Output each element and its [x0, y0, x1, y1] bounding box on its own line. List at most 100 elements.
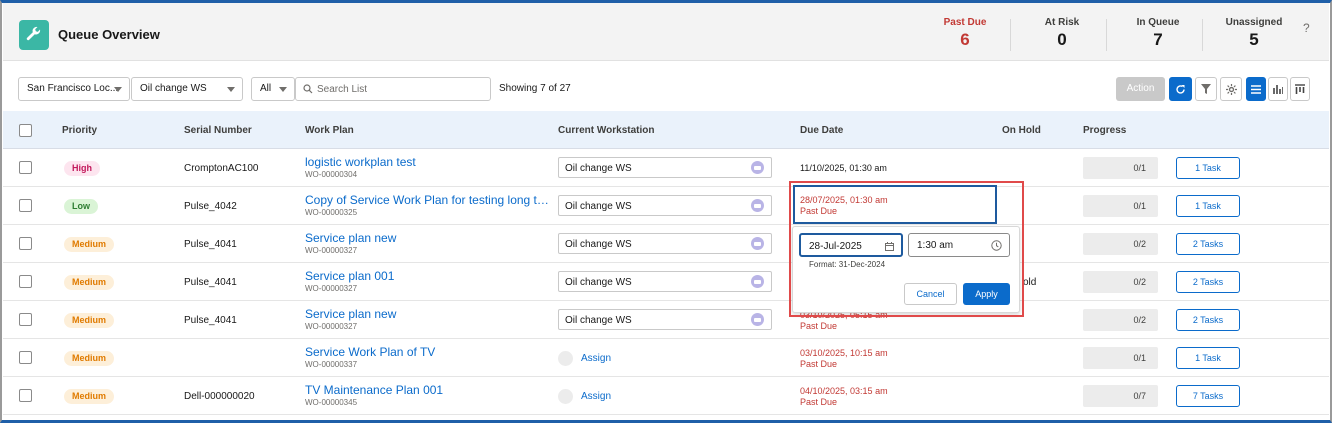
work-order-code: WO-00000345 — [305, 398, 358, 407]
work-plan-link[interactable]: TV Maintenance Plan 001 — [305, 383, 551, 397]
search-icon — [303, 84, 313, 94]
tasks-button[interactable]: 2 Tasks — [1176, 233, 1240, 255]
past-due-label: Past Due — [800, 321, 838, 331]
column-progress[interactable]: Progress — [1083, 125, 1126, 136]
tasks-button[interactable]: 2 Tasks — [1176, 309, 1240, 331]
stat-at-risk[interactable]: At Risk 0 — [1014, 17, 1110, 50]
progress-bar: 0/7 — [1083, 385, 1158, 407]
gear-icon — [1225, 83, 1237, 95]
stat-value: 5 — [1249, 30, 1259, 49]
work-plan-link[interactable]: Service Work Plan of TV — [305, 345, 551, 359]
action-button[interactable]: Action — [1116, 77, 1165, 101]
priority-badge: Low — [64, 199, 98, 214]
scope-select[interactable]: All — [251, 77, 295, 101]
workstation-icon — [751, 199, 764, 212]
select-all-checkbox[interactable] — [19, 124, 32, 137]
on-hold-status: old — [1023, 277, 1037, 288]
column-due-date[interactable]: Due Date — [800, 125, 843, 136]
tasks-button[interactable]: 1 Task — [1176, 347, 1240, 369]
work-plan-link[interactable]: Service plan new — [305, 307, 551, 321]
priority-badge: High — [64, 161, 100, 176]
row-checkbox[interactable] — [19, 389, 32, 402]
due-date[interactable]: 03/10/2025, 10:15 am Past Due — [800, 348, 888, 370]
board-view-button[interactable] — [1290, 77, 1310, 101]
column-priority[interactable]: Priority — [62, 125, 97, 136]
table-row[interactable]: Medium Dell-000000020 TV Maintenance Pla… — [3, 377, 1329, 415]
tasks-button[interactable]: 2 Tasks — [1176, 271, 1240, 293]
workstation-value: Oil change WS — [565, 277, 632, 288]
row-checkbox[interactable] — [19, 161, 32, 174]
page-title: Queue Overview — [58, 27, 160, 42]
stat-value: 0 — [1057, 30, 1067, 49]
table-row[interactable]: Medium Pulse_4041 Service plan new WO-00… — [3, 225, 1329, 263]
workstation-select[interactable]: Oil change WS — [131, 77, 243, 101]
result-count: Showing 7 of 27 — [499, 83, 571, 94]
workstation-select[interactable]: Oil change WS — [558, 233, 772, 254]
stat-in-queue[interactable]: In Queue 7 — [1110, 17, 1206, 50]
tasks-button[interactable]: 7 Tasks — [1176, 385, 1240, 407]
work-plan-cell: logistic workplan test WO-00000304 — [305, 155, 551, 179]
work-plan-link[interactable]: Service plan new — [305, 231, 551, 245]
workstation-value: Oil change WS — [565, 239, 632, 250]
workstation-value: Oil change WS — [565, 163, 632, 174]
assign-link[interactable]: Assign — [558, 389, 611, 404]
stat-value: 6 — [960, 30, 970, 49]
assign-link[interactable]: Assign — [558, 351, 611, 366]
work-plan-link[interactable]: logistic workplan test — [305, 155, 551, 169]
table-row[interactable]: Medium Pulse_4041 Service plan new WO-00… — [3, 301, 1329, 339]
due-date[interactable]: 04/10/2025, 03:15 am Past Due — [800, 386, 888, 408]
row-checkbox[interactable] — [19, 275, 32, 288]
work-plan-cell: Service plan 001 WO-00000327 — [305, 269, 551, 293]
column-current-workstation[interactable]: Current Workstation — [558, 125, 655, 136]
workstation-icon — [558, 351, 573, 366]
table-row[interactable]: Medium Pulse_4041 Service plan 001 WO-00… — [3, 263, 1329, 301]
tasks-button[interactable]: 1 Task — [1176, 195, 1240, 217]
work-plan-cell: Service plan new WO-00000327 — [305, 307, 551, 331]
table-row[interactable]: High CromptonAC100 logistic workplan tes… — [3, 149, 1329, 187]
row-checkbox[interactable] — [19, 313, 32, 326]
row-checkbox[interactable] — [19, 351, 32, 364]
workstation-select[interactable]: Oil change WS — [558, 157, 772, 178]
workstation-value: Oil change WS — [140, 83, 207, 94]
column-on-hold[interactable]: On Hold — [1002, 125, 1041, 136]
workstation-icon — [751, 313, 764, 326]
serial-number: Pulse_4041 — [184, 277, 237, 288]
tasks-button[interactable]: 1 Task — [1176, 157, 1240, 179]
workstation-icon — [751, 161, 764, 174]
due-date-value: 03/10/2025, 10:15 am — [800, 348, 888, 358]
refresh-button[interactable] — [1169, 77, 1192, 101]
table-row[interactable]: Low Pulse_4042 Copy of Service Work Plan… — [3, 187, 1329, 225]
work-plan-link[interactable]: Copy of Service Work Plan for testing lo… — [305, 193, 551, 207]
column-work-plan[interactable]: Work Plan — [305, 125, 354, 136]
workstation-icon — [751, 275, 764, 288]
workstation-select[interactable]: Oil change WS — [558, 309, 772, 330]
priority-badge: Medium — [64, 313, 114, 328]
workstation-icon — [558, 389, 573, 404]
progress-bar: 0/2 — [1083, 309, 1158, 331]
chart-view-button[interactable] — [1268, 77, 1288, 101]
row-checkbox[interactable] — [19, 237, 32, 250]
table-row[interactable]: Medium Service Work Plan of TV WO-000003… — [3, 339, 1329, 377]
work-plan-link[interactable]: Service plan 001 — [305, 269, 551, 283]
column-serial-number[interactable]: Serial Number — [184, 125, 252, 136]
row-checkbox[interactable] — [19, 199, 32, 212]
list-view-button[interactable] — [1246, 77, 1266, 101]
workstation-select[interactable]: Oil change WS — [558, 195, 772, 216]
chevron-down-icon — [227, 87, 235, 92]
stat-unassigned[interactable]: Unassigned 5 — [1206, 17, 1302, 50]
divider — [1106, 19, 1107, 51]
serial-number: Pulse_4042 — [184, 201, 237, 212]
due-date[interactable]: 11/10/2025, 01:30 am — [800, 163, 887, 174]
location-select[interactable]: San Francisco Loc... — [18, 77, 130, 101]
settings-button[interactable] — [1220, 77, 1242, 101]
refresh-icon — [1176, 84, 1185, 94]
stat-past-due[interactable]: Past Due 6 — [917, 17, 1013, 50]
workstation-select[interactable]: Oil change WS — [558, 271, 772, 292]
chevron-down-icon — [114, 87, 122, 92]
help-icon[interactable]: ? — [1303, 21, 1310, 35]
search-input[interactable]: Search List — [295, 77, 491, 101]
filter-button[interactable] — [1195, 77, 1217, 101]
divider — [1202, 19, 1203, 51]
assign-label: Assign — [581, 353, 612, 364]
work-plan-cell: Service Work Plan of TV WO-00000337 — [305, 345, 551, 369]
